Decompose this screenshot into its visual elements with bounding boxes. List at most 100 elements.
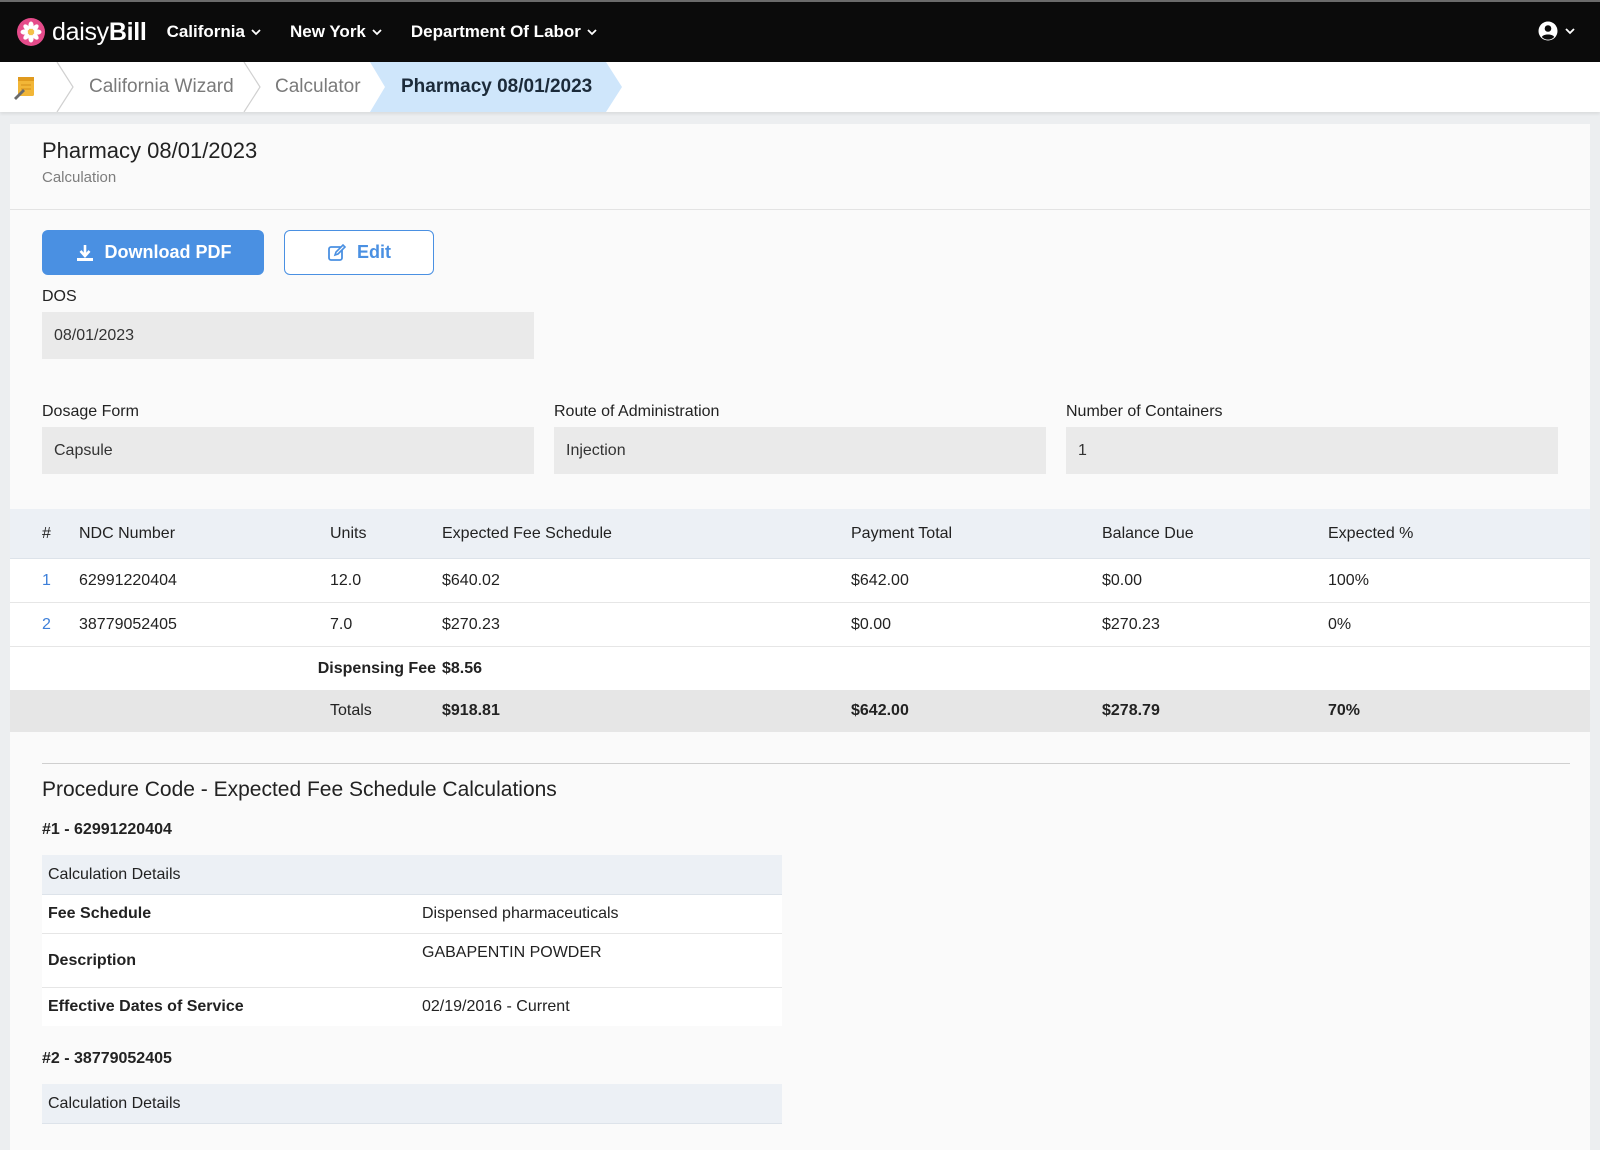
edit-label: Edit (357, 242, 391, 262)
nav-california[interactable]: California (167, 22, 262, 42)
dispensing-fee-value: $8.56 (442, 659, 483, 677)
breadcrumb-california-wizard[interactable]: California Wizard (89, 62, 234, 112)
brand-name-bill: Bill (108, 17, 147, 46)
column-header-balance-due: Balance Due (1102, 524, 1194, 542)
details-row-value: Dispensed pharmaceuticals (422, 905, 619, 922)
ndc-number-cell: 62991220404 (79, 571, 177, 589)
calculation-details-header: Calculation Details (42, 1084, 782, 1124)
dos-label: DOS (42, 288, 77, 305)
column-header-ndc-number: NDC Number (79, 524, 176, 542)
breadcrumb-calculator[interactable]: Calculator (275, 62, 361, 112)
chevron-down-icon (587, 29, 597, 36)
expected-percent-cell: 100% (1328, 571, 1369, 589)
payment-total-cell: $642.00 (851, 571, 909, 589)
user-circle-icon (1538, 21, 1558, 41)
expected-fee-cell: $270.23 (442, 615, 500, 633)
table-header: # NDC Number Units Expected Fee Schedule… (10, 509, 1590, 559)
totals-expected-fee: $918.81 (442, 702, 500, 719)
details-row-label: Fee Schedule (48, 905, 152, 922)
calculation-details-heading: Calculation Details (48, 1094, 181, 1112)
table-row: 2 38779052405 7.0 $270.23 $0.00 $270.23 … (10, 603, 1590, 647)
nav-department-of-labor-label: Department Of Labor (410, 22, 581, 41)
expected-fee-cell: $640.02 (442, 571, 500, 589)
breadcrumb-home[interactable] (12, 62, 40, 112)
dispensing-fee-row: Dispensing Fee $8.56 (10, 647, 1590, 690)
dos-field[interactable]: 08/01/2023 (42, 312, 534, 359)
route-label: Route of Administration (554, 403, 720, 420)
chevron-down-icon (1565, 28, 1575, 35)
route-field[interactable]: Injection (554, 427, 1046, 474)
containers-field[interactable]: 1 (1066, 427, 1558, 474)
section-divider (42, 763, 1570, 764)
breadcrumb-current-page: Pharmacy 08/01/2023 (401, 62, 592, 112)
download-pdf-label: Download PDF (104, 242, 232, 262)
dosage-form-field[interactable]: Capsule (42, 427, 534, 474)
totals-row: Totals $918.81 $642.00 $278.79 70% (10, 690, 1590, 732)
units-cell: 7.0 (330, 615, 353, 633)
payment-total-cell: $0.00 (851, 615, 892, 633)
ndc-number-cell: 38779052405 (79, 615, 177, 633)
page-title: Pharmacy 08/01/2023 (42, 138, 258, 163)
column-header-number: # (42, 524, 51, 542)
dispensing-fee-label: Dispensing Fee (317, 659, 436, 677)
balance-due-cell: $270.23 (1102, 615, 1160, 633)
details-row-value: 02/19/2016 - Current (422, 998, 570, 1015)
containers-label: Number of Containers (1066, 403, 1223, 420)
edit-button[interactable]: Edit (284, 230, 434, 275)
table-row: 1 62991220404 12.0 $640.02 $642.00 $0.00… (10, 559, 1590, 603)
details-row-value: GABAPENTIN POWDER (422, 944, 602, 961)
totals-expected-percent: 70% (1328, 702, 1361, 719)
breadcrumb-separator (56, 62, 74, 112)
download-icon (76, 244, 93, 261)
row-number-link[interactable]: 1 (42, 559, 51, 602)
user-menu[interactable] (1537, 20, 1576, 42)
calculation-details-header: Calculation Details (42, 855, 782, 895)
page-header: Pharmacy 08/01/2023 Calculation (10, 124, 1590, 210)
column-header-units: Units (330, 524, 367, 542)
column-header-expected-fee-schedule: Expected Fee Schedule (442, 524, 612, 542)
details-row-label: Effective Dates of Service (48, 998, 244, 1015)
breadcrumb-calculator-label: Calculator (275, 76, 361, 97)
calculation-details-table: Calculation Details Fee Schedule Dispens… (42, 855, 782, 1026)
calculation-card: Pharmacy 08/01/2023 Calculation Download… (10, 124, 1590, 1150)
brand-name: daisyBill (52, 18, 147, 47)
breadcrumb-california-wizard-label: California Wizard (89, 76, 234, 97)
procedure-title: #1 - 62991220404 (42, 821, 172, 838)
top-nav: daisyBill California New York Department… (0, 0, 1600, 62)
totals-payment-total: $642.00 (851, 702, 909, 719)
line-items-table: # NDC Number Units Expected Fee Schedule… (10, 509, 1590, 732)
breadcrumb-current-page-label: Pharmacy 08/01/2023 (401, 76, 593, 97)
column-header-payment-total: Payment Total (851, 524, 953, 542)
dosage-form-label: Dosage Form (42, 403, 139, 420)
chevron-down-icon (372, 29, 382, 36)
notepad-pencil-icon (14, 77, 34, 100)
expected-percent-cell: 0% (1328, 615, 1352, 633)
nav-new-york[interactable]: New York (290, 22, 383, 42)
nav-new-york-label: New York (289, 22, 366, 41)
procedure-section-title: Procedure Code - Expected Fee Schedule C… (42, 778, 557, 801)
nav-california-label: California (166, 22, 245, 41)
brand-logo-link[interactable]: daisyBill (16, 17, 147, 47)
column-header-expected-percent: Expected % (1328, 524, 1414, 542)
totals-label: Totals (330, 702, 372, 719)
breadcrumb-separator (243, 62, 261, 112)
units-cell: 12.0 (330, 571, 362, 589)
details-row: Description GABAPENTIN POWDER (42, 934, 782, 988)
edit-icon (328, 243, 347, 261)
nav-department-of-labor[interactable]: Department Of Labor (411, 22, 598, 42)
chevron-down-icon (251, 29, 261, 36)
calculation-details-heading: Calculation Details (48, 865, 181, 883)
details-row: Fee Schedule Dispensed pharmaceuticals (42, 895, 782, 934)
daisy-logo-icon (17, 18, 45, 46)
breadcrumb: California Wizard Calculator Pharmacy 08… (0, 62, 1600, 112)
balance-due-cell: $0.00 (1102, 571, 1143, 589)
details-row: Effective Dates of Service 02/19/2016 - … (42, 988, 782, 1026)
details-row-label: Description (48, 951, 137, 969)
page-subtitle: Calculation (42, 169, 117, 186)
row-number-link[interactable]: 2 (42, 603, 51, 646)
procedure-title: #2 - 38779052405 (42, 1050, 172, 1067)
download-pdf-button[interactable]: Download PDF (42, 230, 264, 275)
totals-balance-due: $278.79 (1102, 702, 1160, 719)
brand-name-daisy: daisy (52, 17, 109, 46)
calculation-details-table: Calculation Details (42, 1084, 782, 1124)
